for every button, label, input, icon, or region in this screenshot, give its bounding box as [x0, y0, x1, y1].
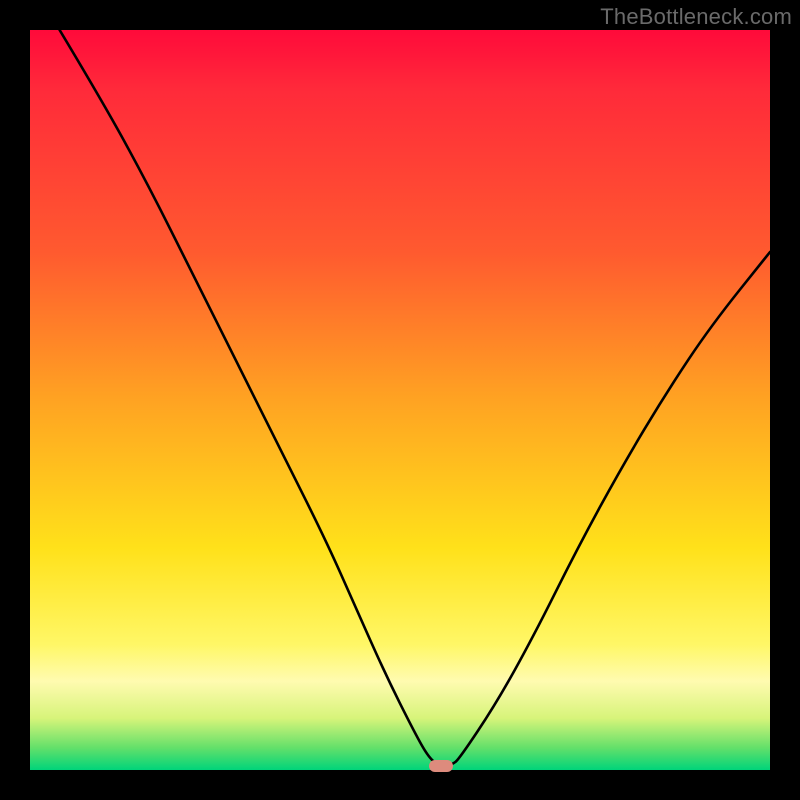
plot-background-gradient — [30, 30, 770, 770]
watermark-text: TheBottleneck.com — [600, 4, 792, 30]
chart-frame: TheBottleneck.com — [0, 0, 800, 800]
